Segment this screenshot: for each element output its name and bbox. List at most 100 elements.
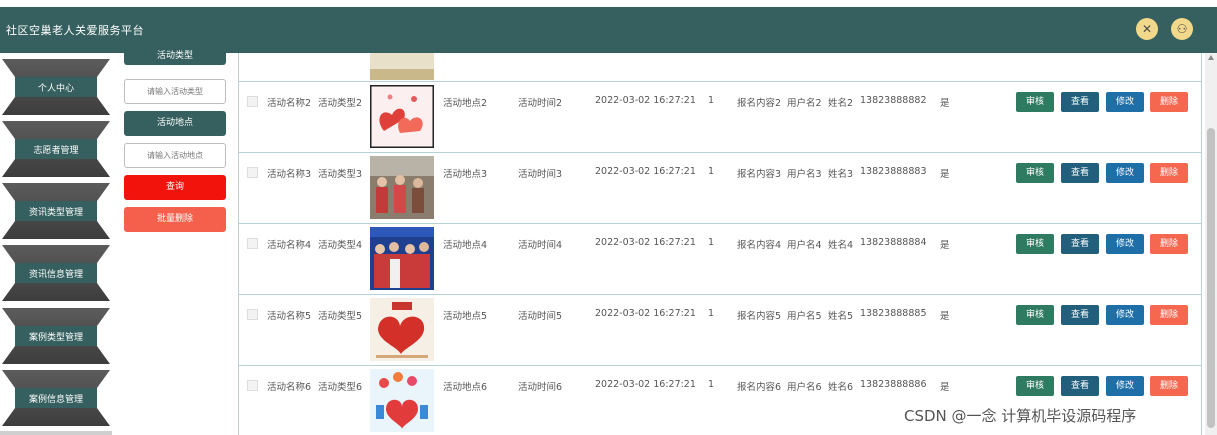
cell-signup-content: 报名内容5 [737, 311, 782, 322]
table-row: 活动名称2 活动类型2 活动地点2 活动时间2 2022-03-02 16:27… [239, 82, 1201, 153]
activity-type-input[interactable]: 请输入活动类型 [124, 79, 226, 104]
cell-count: 1 [708, 379, 715, 390]
activity-image [370, 85, 434, 148]
row-checkbox[interactable] [247, 167, 258, 178]
cell-activity-type: 活动类型4 [318, 240, 363, 251]
cell-activity-name: 活动名称6 [267, 382, 312, 393]
activity-image [370, 53, 434, 80]
scrollbar-thumb[interactable] [1207, 128, 1215, 428]
view-button[interactable]: 查看 [1061, 163, 1099, 183]
view-button[interactable]: 查看 [1061, 92, 1099, 112]
sidebar-item-label: 资讯信息管理 [28, 270, 83, 280]
cell-username: 用户名2 [787, 98, 822, 109]
sidebar-item-label: 案例信息管理 [28, 395, 83, 405]
review-button[interactable]: 审核 [1016, 163, 1054, 183]
cell-realname: 姓名3 [828, 169, 854, 180]
sidebar-item-case-type[interactable]: 案例类型管理 [2, 308, 110, 364]
sidebar-item-personal-center[interactable]: 个人中心 [2, 59, 110, 115]
cell-activity-time: 活动时间5 [518, 311, 563, 322]
data-table: 活动名称2 活动类型2 活动地点2 活动时间2 2022-03-02 16:27… [238, 53, 1202, 435]
sidebar-item-news-info[interactable]: 资讯信息管理 [2, 245, 110, 301]
table-row: 活动名称4 活动类型4 活动地点4 活动时间4 2022-03-02 16:27… [239, 224, 1201, 295]
cell-signup-content: 报名内容4 [737, 240, 782, 251]
activity-image [370, 369, 434, 432]
cell-count: 1 [708, 237, 715, 248]
activity-place-label: 活动地点 [124, 111, 226, 136]
delete-button[interactable]: 删除 [1150, 305, 1188, 325]
delete-button[interactable]: 删除 [1150, 163, 1188, 183]
review-button[interactable]: 审核 [1016, 92, 1054, 112]
activity-image [370, 156, 434, 219]
view-button[interactable]: 查看 [1061, 305, 1099, 325]
cell-username: 用户名5 [787, 311, 822, 322]
cell-datetime: 2022-03-02 16:27:21 [595, 95, 696, 106]
cell-datetime: 2022-03-02 16:27:21 [595, 166, 696, 177]
review-button[interactable]: 审核 [1016, 305, 1054, 325]
delete-button[interactable]: 删除 [1150, 234, 1188, 254]
cell-activity-time: 活动时间6 [518, 382, 563, 393]
view-button[interactable]: 查看 [1061, 376, 1099, 396]
row-checkbox[interactable] [247, 238, 258, 249]
sidebar-item-volunteer[interactable]: 志愿者管理 [2, 121, 110, 177]
user-avatar-icon[interactable]: ⚇ [1171, 18, 1193, 40]
cell-activity-type: 活动类型3 [318, 169, 363, 180]
cell-username: 用户名3 [787, 169, 822, 180]
sidebar-item-label: 案例类型管理 [28, 333, 83, 343]
cell-phone: 13823888885 [860, 308, 927, 319]
cell-realname: 姓名4 [828, 240, 854, 251]
sidebar: 个人中心 志愿者管理 资讯类型管理 资讯信息管理 案例类型管理 案例信息管理 [0, 53, 112, 435]
cell-activity-place: 活动地点5 [443, 311, 488, 322]
activity-image [370, 298, 434, 361]
scroll-up-arrow-icon[interactable] [1208, 55, 1214, 60]
cell-activity-time: 活动时间2 [518, 98, 563, 109]
edit-button[interactable]: 修改 [1106, 376, 1144, 396]
cell-status: 是 [940, 98, 950, 109]
cell-activity-name: 活动名称5 [267, 311, 312, 322]
view-button[interactable]: 查看 [1061, 234, 1099, 254]
edit-button[interactable]: 修改 [1106, 163, 1144, 183]
fullscreen-icon[interactable]: ✕ [1136, 18, 1158, 40]
cell-activity-name: 活动名称3 [267, 169, 312, 180]
query-button[interactable]: 查询 [124, 175, 226, 200]
review-button[interactable]: 审核 [1016, 376, 1054, 396]
delete-button[interactable]: 删除 [1150, 92, 1188, 112]
table-row [239, 53, 1201, 82]
vertical-scrollbar[interactable] [1205, 53, 1217, 435]
edit-button[interactable]: 修改 [1106, 92, 1144, 112]
cell-realname: 姓名5 [828, 311, 854, 322]
cell-signup-content: 报名内容6 [737, 382, 782, 393]
cell-phone: 13823888884 [860, 237, 927, 248]
review-button[interactable]: 审核 [1016, 234, 1054, 254]
activity-image [370, 227, 434, 290]
batch-delete-button[interactable]: 批量删除 [124, 207, 226, 232]
row-checkbox[interactable] [247, 380, 258, 391]
cell-count: 1 [708, 308, 715, 319]
cell-activity-place: 活动地点6 [443, 382, 488, 393]
cell-activity-time: 活动时间4 [518, 240, 563, 251]
cell-activity-type: 活动类型2 [318, 98, 363, 109]
sidebar-item-label: 志愿者管理 [33, 146, 79, 156]
cell-status: 是 [940, 382, 950, 393]
edit-button[interactable]: 修改 [1106, 234, 1144, 254]
sidebar-item-news-type[interactable]: 资讯类型管理 [2, 183, 110, 239]
cell-phone: 13823888886 [860, 379, 927, 390]
row-checkbox[interactable] [247, 309, 258, 320]
app-title: 社区空巢老人关爱服务平台 [6, 24, 144, 37]
sidebar-item-case-info[interactable]: 案例信息管理 [2, 370, 110, 426]
cell-activity-place: 活动地点3 [443, 169, 488, 180]
edit-button[interactable]: 修改 [1106, 305, 1144, 325]
cell-activity-name: 活动名称2 [267, 98, 312, 109]
cell-datetime: 2022-03-02 16:27:21 [595, 237, 696, 248]
cell-status: 是 [940, 240, 950, 251]
delete-button[interactable]: 删除 [1150, 376, 1188, 396]
sidebar-item-label: 资讯类型管理 [28, 208, 83, 218]
cell-phone: 13823888882 [860, 95, 927, 106]
cell-datetime: 2022-03-02 16:27:21 [595, 308, 696, 319]
cell-realname: 姓名6 [828, 382, 854, 393]
activity-place-input[interactable]: 请输入活动地点 [124, 143, 226, 168]
cell-activity-name: 活动名称4 [267, 240, 312, 251]
row-checkbox[interactable] [247, 96, 258, 107]
sidebar-divider [0, 431, 112, 435]
cell-realname: 姓名2 [828, 98, 854, 109]
cell-activity-type: 活动类型5 [318, 311, 363, 322]
